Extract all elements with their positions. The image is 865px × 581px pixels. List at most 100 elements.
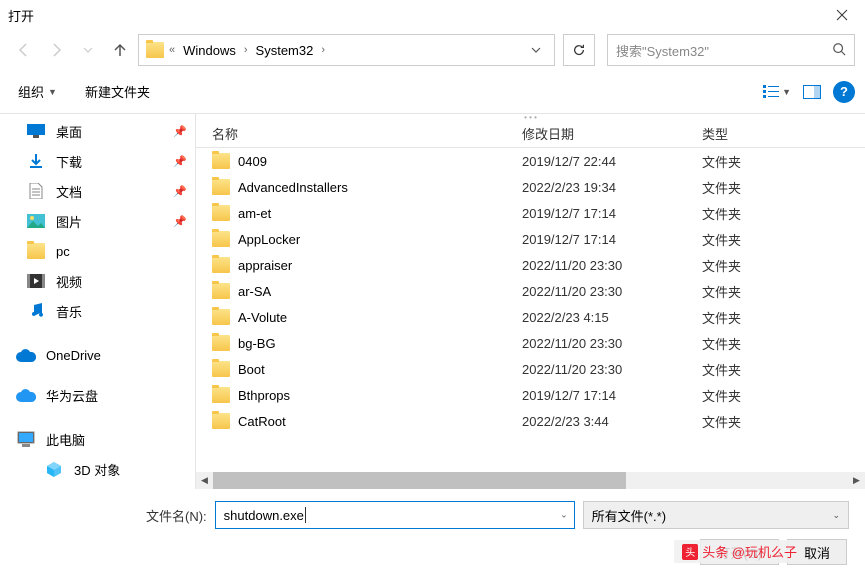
file-date: 2022/2/23 4:15: [522, 310, 702, 325]
file-name: ar-SA: [238, 284, 271, 299]
file-name: appraiser: [238, 258, 292, 273]
folder-icon: [212, 257, 230, 273]
filename-dropdown-button[interactable]: ⌄: [560, 510, 568, 521]
file-type: 文件夹: [702, 308, 865, 327]
nav-recent-button[interactable]: [74, 36, 102, 64]
file-row[interactable]: appraiser2022/11/20 23:30文件夹: [196, 252, 865, 278]
file-row[interactable]: A-Volute 2022/2/23 4:15文件夹: [196, 304, 865, 330]
filename-input[interactable]: shutdown.exe ⌄: [215, 501, 575, 529]
file-row[interactable]: bg-BG2022/11/20 23:30文件夹: [196, 330, 865, 356]
address-dropdown-button[interactable]: [524, 38, 548, 62]
file-row[interactable]: CatRoot 2022/2/23 3:44文件夹: [196, 408, 865, 434]
scroll-track[interactable]: [213, 472, 848, 489]
new-folder-button[interactable]: 新建文件夹: [77, 78, 158, 105]
file-name: A-Volute: [238, 310, 287, 325]
file-type: 文件夹: [702, 152, 865, 171]
filetype-filter[interactable]: 所有文件(*.*) ⌄: [583, 501, 849, 529]
close-button[interactable]: [827, 0, 857, 30]
file-row[interactable]: am-et 2019/12/7 17:14文件夹: [196, 200, 865, 226]
file-name: Bthprops: [238, 388, 290, 403]
file-list[interactable]: 04092019/12/7 22:44文件夹AdvancedInstallers…: [196, 148, 865, 472]
nav-forward-button[interactable]: [42, 36, 70, 64]
sidebar-item-3dobjects[interactable]: 3D 对象: [0, 454, 195, 484]
horizontal-scrollbar[interactable]: ◀ ▶: [196, 472, 865, 489]
chevron-down-icon: ⌄: [832, 510, 840, 521]
sidebar-item-thispc[interactable]: 此电脑: [0, 424, 195, 454]
file-row[interactable]: AdvancedInstallers2022/2/23 19:34文件夹: [196, 174, 865, 200]
scroll-right-button[interactable]: ▶: [848, 472, 865, 489]
sidebar-item-huawei[interactable]: 华为云盘: [0, 380, 195, 410]
refresh-button[interactable]: [563, 34, 595, 66]
desktop-icon: [26, 121, 46, 141]
computer-icon: [16, 429, 36, 449]
folder-icon: [212, 309, 230, 325]
text-cursor: [305, 507, 306, 523]
column-header-type[interactable]: 类型: [702, 124, 865, 143]
arrow-right-icon: [48, 42, 64, 58]
breadcrumb-sep: «: [169, 44, 175, 56]
folder-icon: [212, 335, 230, 351]
scroll-left-button[interactable]: ◀: [196, 472, 213, 489]
3d-objects-icon: [44, 459, 64, 479]
chevron-right-icon[interactable]: ›: [321, 44, 325, 56]
file-date: 2019/12/7 17:14: [522, 232, 702, 247]
sidebar-item-music[interactable]: 音乐: [0, 296, 195, 326]
chevron-right-icon[interactable]: ›: [244, 44, 248, 56]
download-icon: [26, 151, 46, 171]
list-view-icon: [762, 83, 780, 101]
folder-icon: [212, 413, 230, 429]
sidebar-item-documents[interactable]: 文档📌: [0, 176, 195, 206]
file-date: 2019/12/7 17:14: [522, 206, 702, 221]
sidebar-item-downloads[interactable]: 下载📌: [0, 146, 195, 176]
preview-pane-button[interactable]: [803, 83, 821, 101]
view-mode-button[interactable]: ▼: [762, 83, 791, 101]
breadcrumb-item[interactable]: Windows: [179, 43, 240, 58]
organize-button[interactable]: 组织 ▼: [10, 78, 65, 105]
arrow-left-icon: [16, 42, 32, 58]
breadcrumb-item[interactable]: System32: [252, 43, 318, 58]
file-row[interactable]: AppLocker2019/12/7 17:14文件夹: [196, 226, 865, 252]
folder-icon: [212, 231, 230, 247]
nav-up-button[interactable]: [106, 36, 134, 64]
file-name: AdvancedInstallers: [238, 180, 348, 195]
folder-icon: [212, 205, 230, 221]
folder-icon: [212, 361, 230, 377]
titlebar: 打开: [0, 0, 865, 30]
column-headers: 名称 修改日期 类型: [196, 120, 865, 148]
file-row[interactable]: ar-SA2022/11/20 23:30文件夹: [196, 278, 865, 304]
window-title: 打开: [8, 6, 34, 25]
scroll-thumb[interactable]: [213, 472, 626, 489]
file-date: 2022/11/20 23:30: [522, 258, 702, 273]
pictures-icon: [26, 211, 46, 231]
filename-label: 文件名(N):: [146, 506, 207, 525]
sidebar-item-onedrive[interactable]: OneDrive: [0, 340, 195, 370]
column-header-date[interactable]: 修改日期: [522, 124, 702, 143]
file-row[interactable]: Bthprops2019/12/7 17:14文件夹: [196, 382, 865, 408]
video-icon: [26, 271, 46, 291]
watermark: 头 头条 @玩机么子: [674, 540, 805, 563]
file-date: 2022/2/23 3:44: [522, 414, 702, 429]
sidebar-item-videos[interactable]: 视频: [0, 266, 195, 296]
pin-icon: 📌: [173, 215, 187, 228]
sidebar-item-pc[interactable]: pc: [0, 236, 195, 266]
search-placeholder: 搜索"System32": [616, 41, 709, 60]
file-row[interactable]: 04092019/12/7 22:44文件夹: [196, 148, 865, 174]
file-type: 文件夹: [702, 204, 865, 223]
file-type: 文件夹: [702, 412, 865, 431]
file-name: am-et: [238, 206, 271, 221]
file-row[interactable]: Boot2022/11/20 23:30文件夹: [196, 356, 865, 382]
sidebar-item-desktop[interactable]: 桌面📌: [0, 116, 195, 146]
column-header-name[interactable]: 名称: [212, 124, 522, 143]
sidebar-item-pictures[interactable]: 图片📌: [0, 206, 195, 236]
chevron-down-icon: ▼: [48, 87, 57, 97]
address-bar[interactable]: « Windows › System32 ›: [138, 34, 555, 66]
folder-icon: [212, 153, 230, 169]
folder-icon: [212, 387, 230, 403]
file-name: bg-BG: [238, 336, 276, 351]
folder-icon: [212, 179, 230, 195]
nav-back-button[interactable]: [10, 36, 38, 64]
search-input[interactable]: 搜索"System32": [607, 34, 855, 66]
help-button[interactable]: ?: [833, 81, 855, 103]
pin-icon: 📌: [173, 155, 187, 168]
file-name: CatRoot: [238, 414, 286, 429]
